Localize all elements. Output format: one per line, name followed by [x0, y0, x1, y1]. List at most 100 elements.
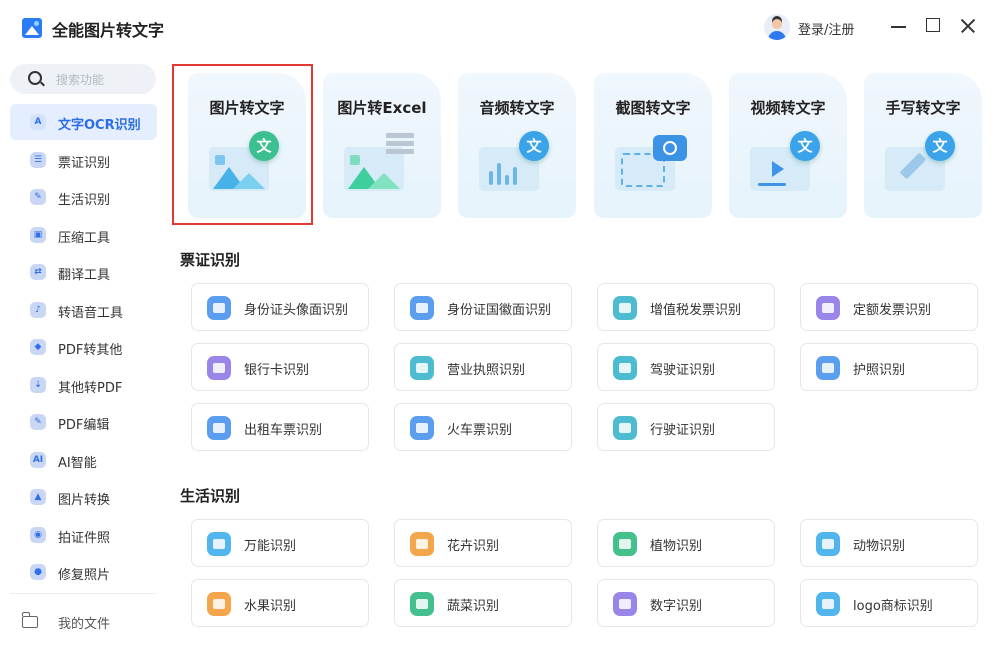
title-bar: 全能图片转文字 登录/注册 [0, 0, 1000, 56]
compress-icon: ▣ [30, 227, 46, 243]
tool-label: 花卉识别 [447, 539, 500, 554]
maximize-icon[interactable] [923, 15, 943, 35]
my-files-link[interactable]: 我的文件 [58, 613, 110, 632]
feature-title: 音频转文字 [479, 99, 555, 117]
train-icon [410, 416, 434, 440]
login-register-link[interactable]: 登录/注册 [798, 19, 854, 38]
vehicle-license-icon [613, 416, 637, 440]
feature-card-video-to-text[interactable]: 视频转文字 文 [729, 73, 847, 218]
tool-vegetable[interactable]: 蔬菜识别 [394, 579, 572, 627]
translate-icon: ⇄ [30, 264, 46, 280]
sidebar-item-repair-photo[interactable]: ● 修复照片 [10, 554, 157, 590]
passport-icon [816, 356, 840, 380]
sidebar-item-tts[interactable]: ♪ 转语音工具 [10, 292, 157, 328]
feature-title: 手写转文字 [885, 99, 961, 117]
feature-card-handwriting-to-text[interactable]: 手写转文字 文 [864, 73, 982, 218]
tool-label: 定额发票识别 [853, 303, 932, 318]
text-badge-icon: 文 [925, 131, 955, 161]
license-icon [410, 356, 434, 380]
sidebar-item-label: 修复照片 [58, 568, 111, 583]
sidebar-item-label: 翻译工具 [58, 268, 111, 283]
tool-label: 驾驶证识别 [650, 363, 716, 378]
text-ocr-icon: A [30, 114, 46, 130]
id-card-icon [410, 296, 434, 320]
sidebar-item-tickets[interactable]: ☰ 票证识别 [10, 142, 157, 178]
tool-plant[interactable]: 植物识别 [597, 519, 775, 567]
sidebar-item-pdf-to-other[interactable]: ◆ PDF转其他 [10, 329, 157, 365]
tool-business-license[interactable]: 营业执照识别 [394, 343, 572, 391]
animal-icon [816, 532, 840, 556]
feature-card-screenshot-to-text[interactable]: 截图转文字 [594, 73, 712, 218]
search-input[interactable]: 搜索功能 [10, 64, 156, 94]
tool-label: 出租车票识别 [244, 423, 323, 438]
tool-fruit[interactable]: 水果识别 [191, 579, 369, 627]
fruit-icon [207, 592, 231, 616]
tool-animal[interactable]: 动物识别 [800, 519, 978, 567]
tool-number[interactable]: 数字识别 [597, 579, 775, 627]
section-title-life: 生活识别 [180, 487, 241, 505]
bank-card-icon [207, 356, 231, 380]
tool-universal[interactable]: 万能识别 [191, 519, 369, 567]
tool-taxi-ticket[interactable]: 出租车票识别 [191, 403, 369, 451]
sidebar-item-label: PDF编辑 [58, 418, 110, 433]
tool-train-ticket[interactable]: 火车票识别 [394, 403, 572, 451]
invoice-icon [613, 296, 637, 320]
number-icon [613, 592, 637, 616]
sidebar-divider [10, 593, 157, 594]
table-icon [386, 133, 414, 157]
ai-icon: AI [30, 452, 46, 468]
sidebar: 搜索功能 A 文字OCR识别 ☰ 票证识别 ✎ 生活识别 ▣ 压缩工具 ⇄ 翻译… [0, 56, 165, 648]
tool-fixed-invoice[interactable]: 定额发票识别 [800, 283, 978, 331]
sidebar-item-compress[interactable]: ▣ 压缩工具 [10, 217, 157, 253]
tool-logo[interactable]: logo商标识别 [800, 579, 978, 627]
sidebar-item-label: 票证识别 [58, 156, 111, 171]
sidebar-item-text-ocr[interactable]: A 文字OCR识别 [10, 104, 157, 140]
user-avatar[interactable] [764, 14, 790, 40]
logo-icon [816, 592, 840, 616]
tool-driver-license[interactable]: 驾驶证识别 [597, 343, 775, 391]
tool-vehicle-license[interactable]: 行驶证识别 [597, 403, 775, 451]
screenshot-illustration-icon [615, 131, 687, 193]
sidebar-item-id-photo[interactable]: ◉ 拍证件照 [10, 517, 157, 553]
sidebar-item-other-to-pdf[interactable]: ⇣ 其他转PDF [10, 367, 157, 403]
feature-card-audio-to-text[interactable]: 音频转文字 文 [458, 73, 576, 218]
sidebar-item-ai[interactable]: AI AI智能 [10, 442, 157, 478]
pdf-edit-icon: ✎ [30, 414, 46, 430]
minimize-icon[interactable] [888, 15, 908, 35]
tool-label: 身份证国徽面识别 [447, 303, 552, 318]
sidebar-item-pdf-edit[interactable]: ✎ PDF编辑 [10, 404, 157, 440]
handwriting-illustration-icon: 文 [885, 131, 957, 193]
sidebar-item-label: 转语音工具 [58, 306, 124, 321]
sidebar-item-image-convert[interactable]: ▲ 图片转换 [10, 479, 157, 515]
feature-title: 图片转Excel [337, 99, 427, 117]
feature-card-image-to-excel[interactable]: 图片转Excel [323, 73, 441, 218]
excel-illustration-icon [344, 131, 416, 193]
plant-icon [613, 532, 637, 556]
app-logo-icon [22, 18, 42, 38]
tool-passport[interactable]: 护照识别 [800, 343, 978, 391]
tool-vat-invoice[interactable]: 增值税发票识别 [597, 283, 775, 331]
sidebar-item-label: 图片转换 [58, 493, 111, 508]
vegetable-icon [410, 592, 434, 616]
tool-label: 护照识别 [853, 363, 906, 378]
tool-label: 增值税发票识别 [650, 303, 742, 318]
feature-card-image-to-text[interactable]: 图片转文字 文 [188, 73, 306, 218]
sidebar-item-translate[interactable]: ⇄ 翻译工具 [10, 254, 157, 290]
tool-id-card-front[interactable]: 身份证头像面识别 [191, 283, 369, 331]
search-icon [28, 71, 42, 85]
flower-icon [410, 532, 434, 556]
sidebar-item-label: 其他转PDF [58, 381, 123, 396]
tool-label: 万能识别 [244, 539, 297, 554]
sidebar-item-label: 拍证件照 [58, 531, 111, 546]
ticket-icon: ☰ [30, 152, 46, 168]
speech-icon: ♪ [30, 302, 46, 318]
tool-id-card-back[interactable]: 身份证国徽面识别 [394, 283, 572, 331]
feature-title: 视频转文字 [750, 99, 826, 117]
sidebar-item-label: 文字OCR识别 [58, 118, 141, 133]
tool-flower[interactable]: 花卉识别 [394, 519, 572, 567]
play-icon [772, 161, 784, 177]
tool-bank-card[interactable]: 银行卡识别 [191, 343, 369, 391]
close-icon[interactable] [958, 15, 978, 35]
sidebar-item-life[interactable]: ✎ 生活识别 [10, 179, 157, 215]
sidebar-item-label: PDF转其他 [58, 343, 123, 358]
